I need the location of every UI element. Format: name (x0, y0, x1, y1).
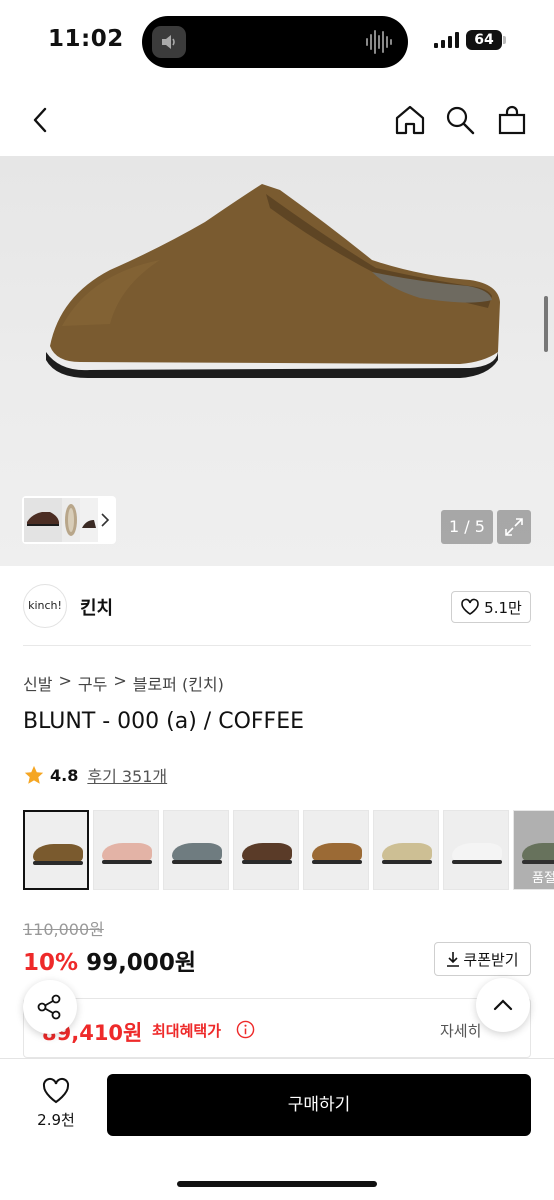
cart-button[interactable] (494, 102, 530, 138)
swatch-shoe (382, 843, 432, 861)
status-time: 11:02 (48, 26, 124, 52)
color-swatch[interactable] (373, 810, 439, 890)
back-button[interactable] (22, 102, 58, 138)
thumbnail-shoe-image (82, 520, 96, 528)
max-benefit-box[interactable]: 89,410원 최대혜택가 자세히 (23, 998, 531, 1058)
audio-wave-icon (366, 30, 392, 54)
chevron-right-icon[interactable] (99, 510, 111, 530)
color-swatch[interactable] (233, 810, 299, 890)
expand-icon (505, 518, 523, 536)
image-counter: 1 / 5 (441, 510, 493, 544)
battery-cap (503, 36, 506, 44)
wishlist-count: 2.9천 (37, 1111, 75, 1129)
rating-row: 4.8 후기 351개 (23, 763, 167, 787)
chevron-up-icon (493, 999, 513, 1011)
original-price: 110,000원 (23, 920, 104, 939)
sold-out-label: 품절 (532, 871, 554, 886)
star-icon (24, 765, 44, 784)
brand-like-button[interactable]: 5.1만 (451, 591, 531, 623)
swatch-shoe (102, 843, 152, 861)
product-image (46, 184, 500, 378)
brand-name[interactable]: 킨치 (80, 594, 113, 620)
swatch-shoe (452, 843, 502, 861)
battery-icon: 64 (466, 30, 502, 50)
product-title: BLUNT - 000 (a) / COFFEE (23, 709, 304, 734)
swatch-shoe (33, 844, 83, 862)
color-swatch[interactable]: 품절 (513, 810, 554, 890)
discount-rate: 10% (23, 950, 79, 976)
color-swatches: 품절 (23, 810, 554, 892)
breadcrumb-separator: > (58, 671, 72, 690)
swatch-sole (102, 860, 152, 864)
thumbnail-2[interactable] (62, 498, 80, 542)
coupon-label: 쿠폰받기 (463, 950, 519, 969)
swatch-sole (33, 861, 83, 865)
buy-button[interactable]: 구매하기 (107, 1074, 531, 1136)
color-swatch[interactable] (303, 810, 369, 890)
review-link[interactable]: 후기 351개 (87, 763, 167, 787)
brand-like-count: 5.1만 (484, 598, 522, 617)
dynamic-island (142, 16, 408, 68)
swatch-shoe (172, 843, 222, 861)
search-button[interactable] (442, 102, 478, 138)
download-icon (447, 952, 460, 967)
color-swatch[interactable] (163, 810, 229, 890)
swatch-shoe (242, 843, 292, 861)
home-button[interactable] (392, 102, 428, 138)
share-icon (37, 994, 61, 1020)
brand-row: kinch! 킨치 5.1만 (0, 566, 554, 646)
breadcrumb-item[interactable]: 신발 (23, 671, 52, 695)
top-nav (0, 84, 554, 156)
breadcrumb-separator: > (113, 671, 127, 690)
color-swatch[interactable] (93, 810, 159, 890)
home-indicator (177, 1181, 377, 1187)
max-benefit-label: 최대혜택가 (152, 1022, 222, 1040)
sale-price: 99,000원 (86, 950, 196, 976)
swatch-sole (242, 860, 292, 864)
rating-value: 4.8 (50, 765, 79, 785)
scroll-to-top-button[interactable] (476, 978, 530, 1032)
thumbnail-1[interactable] (24, 498, 62, 542)
color-swatch[interactable] (443, 810, 509, 890)
expand-image-button[interactable] (497, 510, 531, 544)
product-image-carousel[interactable]: 1 / 5 (0, 156, 554, 566)
speaker-icon (152, 26, 186, 58)
chevron-left-icon (33, 107, 47, 133)
coupon-button[interactable]: 쿠폰받기 (434, 942, 531, 976)
home-icon (395, 105, 425, 135)
thumbnail-strip[interactable] (22, 496, 116, 544)
bottom-action-bar: 2.9천 구매하기 (0, 1058, 554, 1200)
thumbnail-shoe-image (65, 504, 77, 536)
thumbnail-3[interactable] (80, 498, 98, 542)
breadcrumb: 신발 > 구두 > 블로퍼 (킨치) (23, 671, 224, 695)
swatch-sole (382, 860, 432, 864)
swatch-sole (312, 860, 362, 864)
color-swatch[interactable] (23, 810, 89, 890)
divider (23, 645, 531, 646)
signal-icon (434, 32, 459, 48)
shopping-bag-icon (498, 105, 526, 135)
price-row: 10% 99,000원 (23, 943, 196, 977)
heart-icon (461, 598, 479, 615)
swatch-shoe (312, 843, 362, 861)
thumbnail-shoe-image (27, 512, 59, 526)
detail-link[interactable]: 자세히 (440, 1020, 481, 1041)
share-button[interactable] (23, 980, 77, 1034)
search-icon (446, 106, 475, 135)
breadcrumb-item[interactable]: 블로퍼 (킨치) (133, 671, 224, 695)
swatch-sole (172, 860, 222, 864)
swatch-sole (452, 860, 502, 864)
page-scrollbar[interactable] (544, 296, 548, 352)
heart-icon (42, 1077, 70, 1104)
brand-logo[interactable]: kinch! (23, 584, 67, 628)
status-bar: 11:02 64 (0, 0, 554, 84)
wishlist-button[interactable]: 2.9천 (23, 1077, 89, 1137)
info-icon[interactable] (236, 1020, 255, 1039)
breadcrumb-item[interactable]: 구두 (78, 671, 107, 695)
